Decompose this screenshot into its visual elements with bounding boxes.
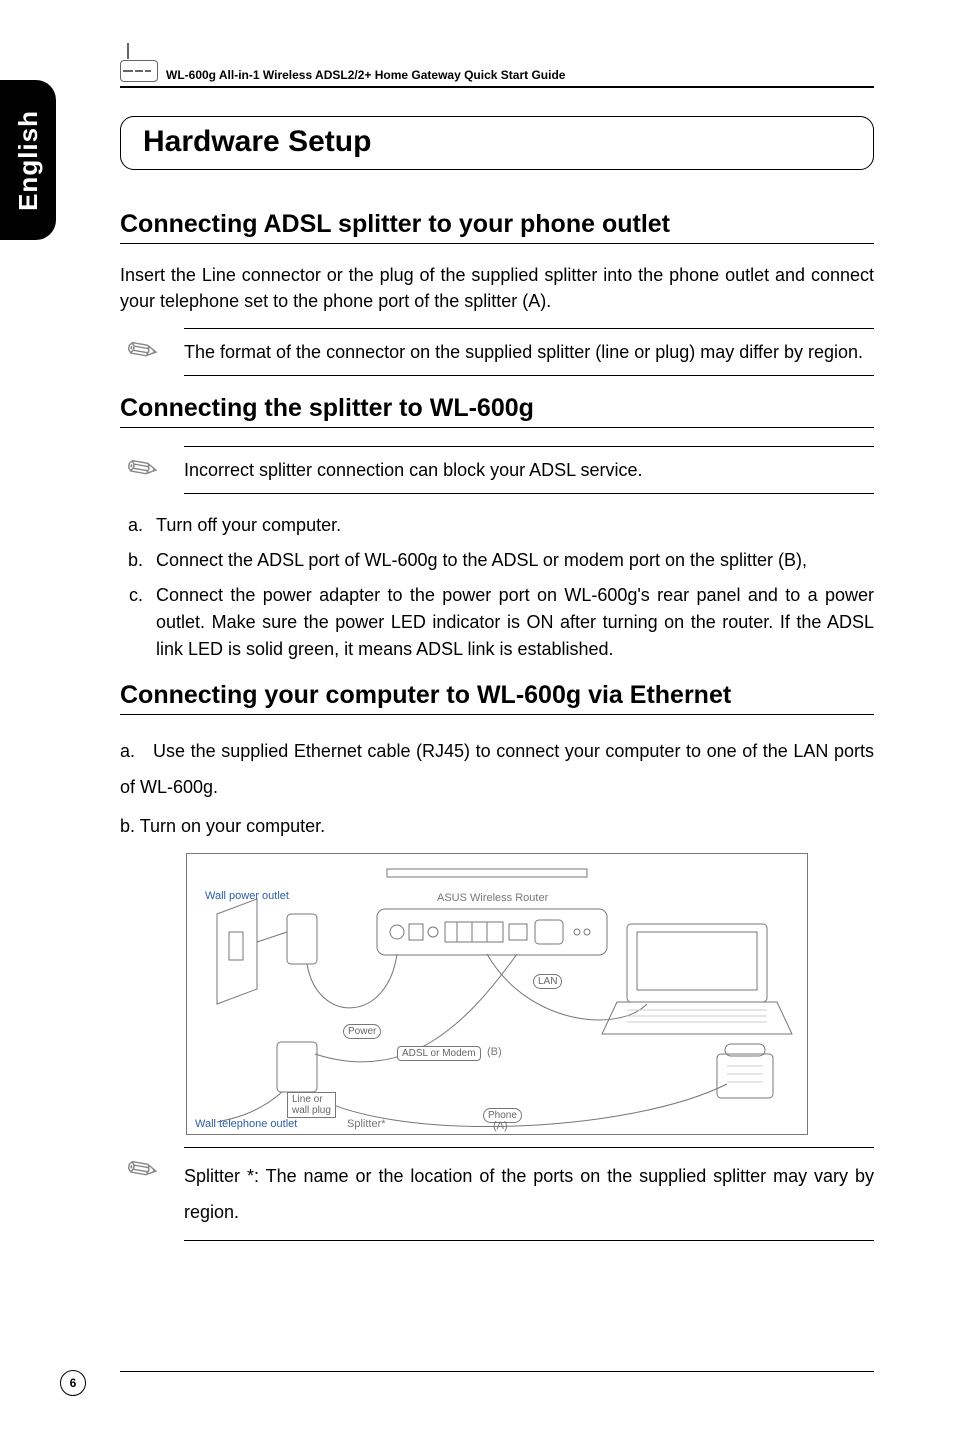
section3-item-b: b. Turn on your computer. (120, 813, 874, 839)
router-icon (120, 60, 158, 82)
diagram-label-line-plug-2: wall plug (292, 1105, 331, 1116)
footer-rule (120, 1371, 874, 1372)
connection-diagram: Wall power outlet ASUS Wireless Router L… (186, 853, 808, 1135)
header-text: WL-600g All-in-1 Wireless ADSL2/2+ Home … (166, 68, 565, 82)
section3-item-a: a. Use the supplied Ethernet cable (RJ45… (120, 733, 874, 805)
section2-item-c: Connect the power adapter to the power p… (148, 582, 874, 663)
title-box: Hardware Setup (120, 116, 874, 170)
diagram-label-lan: LAN (533, 974, 562, 989)
diagram-label-power: Power (343, 1024, 381, 1039)
section1-body: Insert the Line connector or the plug of… (120, 262, 874, 314)
language-tab: English (0, 80, 56, 240)
diagram-label-line-plug-1: Line or (292, 1094, 331, 1105)
section-heading-1: Connecting ADSL splitter to your phone o… (120, 210, 874, 244)
note-3: ✎ Splitter *: The name or the location o… (120, 1147, 874, 1241)
pencil-icon: ✎ (111, 1138, 175, 1202)
language-tab-label: English (13, 110, 44, 211)
diagram-label-b: (B) (487, 1046, 502, 1058)
page-title: Hardware Setup (143, 125, 851, 159)
section-heading-2: Connecting the splitter to WL-600g (120, 394, 874, 428)
section2-item-a: Turn off your computer. (148, 512, 874, 539)
diagram-label-a: (A) (493, 1120, 508, 1132)
note-2-text: Incorrect splitter connection can block … (184, 457, 874, 483)
pencil-icon: ✎ (111, 437, 175, 501)
section-heading-3: Connecting your computer to WL-600g via … (120, 681, 874, 715)
diagram-label-asus: ASUS Wireless Router (437, 892, 548, 904)
note-2: ✎ Incorrect splitter connection can bloc… (120, 446, 874, 494)
pencil-icon: ✎ (111, 319, 175, 383)
note-1-text: The format of the connector on the suppl… (184, 339, 874, 365)
page-header: WL-600g All-in-1 Wireless ADSL2/2+ Home … (120, 60, 874, 88)
note-1: ✎ The format of the connector on the sup… (120, 328, 874, 376)
section2-item-b: Connect the ADSL port of WL-600g to the … (148, 547, 874, 574)
diagram-label-wall-power: Wall power outlet (205, 890, 289, 902)
note-3-text: Splitter *: The name or the location of … (184, 1158, 874, 1230)
diagram-label-wall-phone: Wall telephone outlet (195, 1118, 297, 1130)
section2-list: Turn off your computer. Connect the ADSL… (120, 512, 874, 663)
diagram-label-adsl-modem: ADSL or Modem (397, 1046, 481, 1061)
page-number: 6 (60, 1370, 86, 1396)
diagram-label-splitter: Splitter* (347, 1118, 386, 1130)
